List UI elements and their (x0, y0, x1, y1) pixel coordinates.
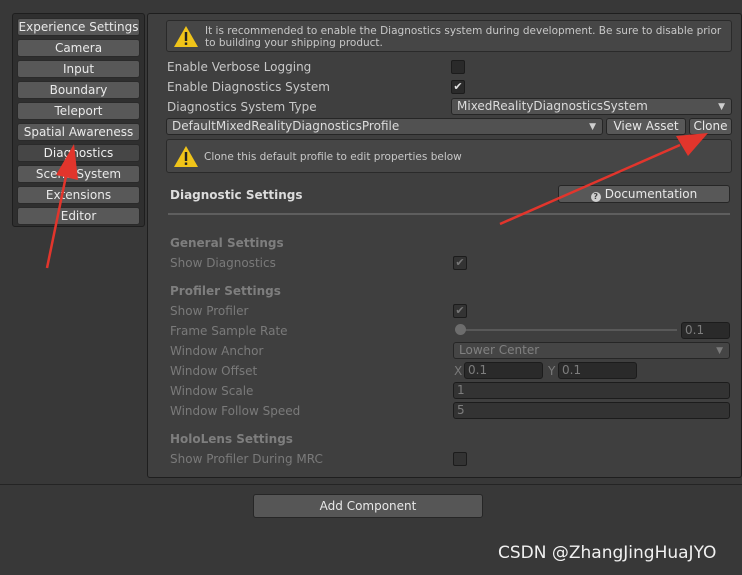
annotation-arrows (45, 133, 708, 269)
arrow-to-diagnostics-icon (45, 144, 78, 269)
arrow-to-clone-icon (499, 133, 708, 226)
